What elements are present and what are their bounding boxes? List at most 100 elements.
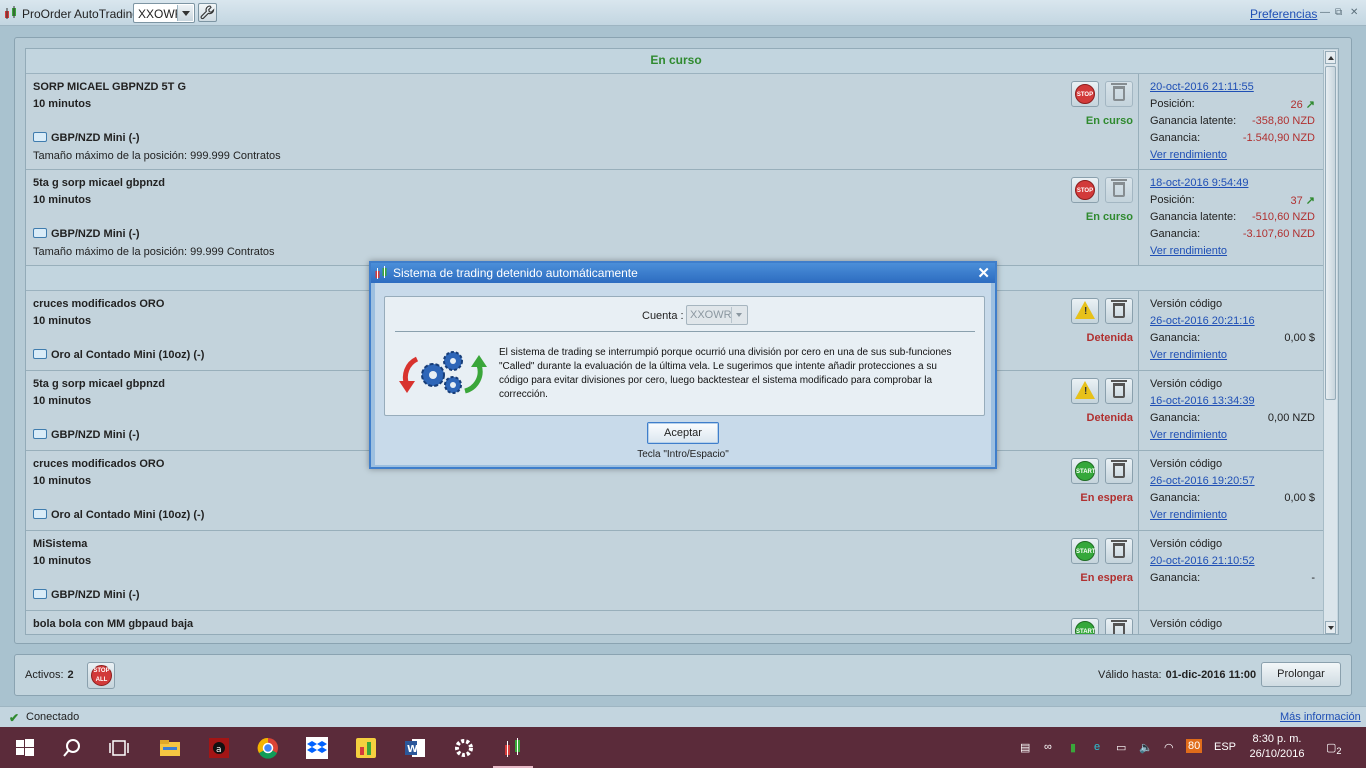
app-icon-dark[interactable]: a xyxy=(208,737,230,759)
trading-stopped-dialog: Sistema de trading detenido automáticame… xyxy=(369,261,997,469)
app-title: ProOrder AutoTrading xyxy=(22,7,139,21)
code-version-link[interactable]: 20-oct-2016 21:10:52 xyxy=(1150,555,1255,567)
delete-button[interactable] xyxy=(1105,81,1133,107)
system-max-size: Tamaño máximo de la posición: 999.999 Co… xyxy=(33,150,281,162)
gain-value: - xyxy=(1311,572,1315,584)
windows-start-icon[interactable] xyxy=(14,737,36,759)
file-explorer-icon[interactable] xyxy=(159,737,181,759)
search-icon[interactable] xyxy=(61,737,83,759)
word-icon[interactable]: W xyxy=(404,737,426,759)
system-instrument: Oro al Contado Mini (10oz) (-) xyxy=(33,349,204,361)
windows-taskbar: a W ▤ ∞ ▮ e ▭ 🔈 ◠ 80 ESP 8:30 p. m. 26/1… xyxy=(0,727,1366,768)
status-badge: En curso xyxy=(1085,115,1133,127)
info-label: Posición: xyxy=(1150,98,1195,110)
settings-wrench-button[interactable] xyxy=(198,3,217,22)
view-performance-link[interactable]: Ver rendimiento xyxy=(1150,429,1227,441)
system-row: 5ta g sorp micael gbpnzd 10 minutos GBP/… xyxy=(26,170,1326,266)
minimize-icon[interactable]: — xyxy=(1320,7,1330,18)
account-select[interactable]: XXOWR xyxy=(133,3,195,23)
info-label: Ganancia: xyxy=(1150,228,1201,240)
trend-up-icon: ↗ xyxy=(1305,195,1315,207)
system-row: bola bola con MM gbpaud baja START Versi… xyxy=(26,611,1326,634)
preferences-link[interactable]: Preferencias xyxy=(1250,7,1317,21)
accept-button[interactable]: Aceptar xyxy=(647,422,719,444)
scrollbar-thumb[interactable] xyxy=(1325,66,1336,400)
battery-charging-icon[interactable]: ▭ xyxy=(1116,741,1126,754)
gear-icon[interactable] xyxy=(453,737,475,759)
view-performance-link[interactable]: Ver rendimiento xyxy=(1150,149,1227,161)
position-value: 26 ↗ xyxy=(1290,99,1315,111)
key-hint: Tecla "Intro/Espacio" xyxy=(637,449,729,460)
account-label: Cuenta : xyxy=(642,310,684,322)
chrome-icon[interactable] xyxy=(257,737,279,759)
proorder-app-icon xyxy=(5,6,16,19)
trash-icon xyxy=(1111,83,1127,101)
delete-button[interactable] xyxy=(1105,298,1133,324)
delete-button[interactable] xyxy=(1105,378,1133,404)
delete-button[interactable] xyxy=(1105,458,1133,484)
dropbox-icon[interactable] xyxy=(306,737,328,759)
dialog-account-select: XXOWR xyxy=(686,305,748,325)
link-icon[interactable]: ∞ xyxy=(1044,741,1052,753)
code-version-link[interactable]: 16-oct-2016 13:34:39 xyxy=(1150,395,1255,407)
warning-button[interactable]: ! xyxy=(1071,298,1099,324)
tray-app-icon[interactable]: ▤ xyxy=(1020,741,1030,754)
chevron-down-icon[interactable] xyxy=(177,5,193,21)
view-performance-link[interactable]: Ver rendimiento xyxy=(1150,245,1227,257)
stop-all-button[interactable]: STOP ALL xyxy=(87,662,115,689)
stop-button[interactable]: STOP xyxy=(1071,177,1099,203)
notifications-icon[interactable]: ▢2 xyxy=(1326,741,1342,756)
view-performance-link[interactable]: Ver rendimiento xyxy=(1150,349,1227,361)
valid-until: Válido hasta: 01-dic-2016 11:00 xyxy=(1098,669,1257,681)
proorder-tray-icon[interactable]: ▮ xyxy=(1070,741,1076,754)
delete-button[interactable] xyxy=(1105,618,1133,634)
notification-count: 2 xyxy=(1336,746,1342,757)
input-language[interactable]: ESP xyxy=(1214,741,1236,753)
dialog-title-bar[interactable]: Sistema de trading detenido automáticame… xyxy=(371,263,995,283)
close-icon[interactable]: ✕ xyxy=(977,264,990,282)
clock-time: 8:30 p. m. xyxy=(1252,733,1302,745)
charts-app-icon[interactable] xyxy=(355,737,377,759)
system-clock[interactable]: 8:30 p. m. 26/10/2016 xyxy=(1246,732,1308,762)
system-name: SORP MICAEL GBPNZD 5T G xyxy=(33,81,187,93)
vertical-scrollbar[interactable] xyxy=(1323,50,1337,634)
info-label: Versión código xyxy=(1150,618,1223,630)
system-name: MiSistema xyxy=(33,538,88,550)
proorder-app-icon[interactable] xyxy=(502,737,524,759)
warning-button[interactable]: ! xyxy=(1071,378,1099,404)
scroll-up-icon[interactable] xyxy=(1325,51,1336,64)
status-bar: ✔ Conectado Más información xyxy=(0,706,1366,727)
row-divider xyxy=(1138,291,1139,370)
stop-icon: STOP xyxy=(1075,84,1095,104)
row-divider xyxy=(1138,451,1139,530)
system-timeframe: 10 minutos xyxy=(33,98,92,110)
restore-icon[interactable]: ⧉ xyxy=(1335,7,1342,18)
stop-button[interactable]: STOP xyxy=(1071,81,1099,107)
more-info-link[interactable]: Más información xyxy=(1280,711,1361,723)
gain-value: 0,00 NZD xyxy=(1267,412,1315,424)
row-divider xyxy=(1138,611,1139,634)
trash-icon xyxy=(1111,300,1127,318)
delete-button[interactable] xyxy=(1105,538,1133,564)
wifi-icon[interactable]: ◠ xyxy=(1164,741,1174,754)
start-button[interactable]: START xyxy=(1071,618,1099,634)
launch-date-link[interactable]: 20-oct-2016 21:11:55 xyxy=(1150,81,1254,93)
info-label: Versión código xyxy=(1150,538,1223,550)
start-button[interactable]: START xyxy=(1071,458,1099,484)
battery-level[interactable]: 80 xyxy=(1186,739,1203,753)
status-badge: Detenida xyxy=(1086,412,1133,424)
prolong-button[interactable]: Prolongar xyxy=(1261,662,1341,687)
delete-button[interactable] xyxy=(1105,177,1133,203)
view-performance-link[interactable]: Ver rendimiento xyxy=(1150,509,1227,521)
scroll-down-icon[interactable] xyxy=(1325,621,1336,634)
edge-icon[interactable]: e xyxy=(1094,741,1100,753)
row-divider xyxy=(1138,74,1139,169)
row-divider xyxy=(1138,170,1139,265)
close-icon[interactable]: ✕ xyxy=(1350,7,1358,18)
launch-date-link[interactable]: 18-oct-2016 9:54:49 xyxy=(1150,177,1248,189)
start-button[interactable]: START xyxy=(1071,538,1099,564)
code-version-link[interactable]: 26-oct-2016 19:20:57 xyxy=(1150,475,1255,487)
task-view-icon[interactable] xyxy=(108,737,130,759)
code-version-link[interactable]: 26-oct-2016 20:21:16 xyxy=(1150,315,1255,327)
volume-icon[interactable]: 🔈 xyxy=(1139,741,1153,754)
